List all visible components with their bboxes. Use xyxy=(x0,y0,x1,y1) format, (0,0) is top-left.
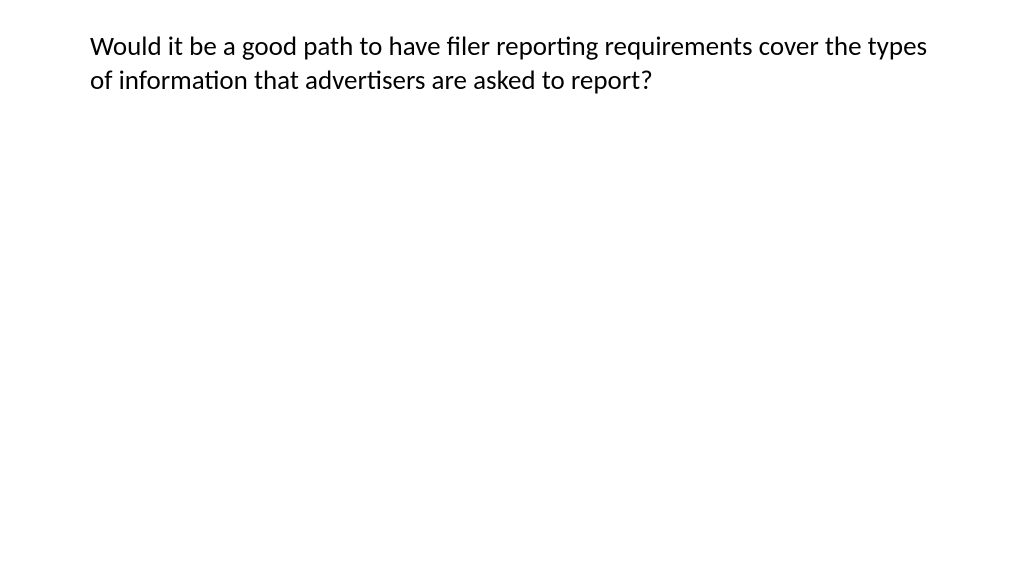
slide-heading: Would it be a good path to have filer re… xyxy=(90,30,934,98)
